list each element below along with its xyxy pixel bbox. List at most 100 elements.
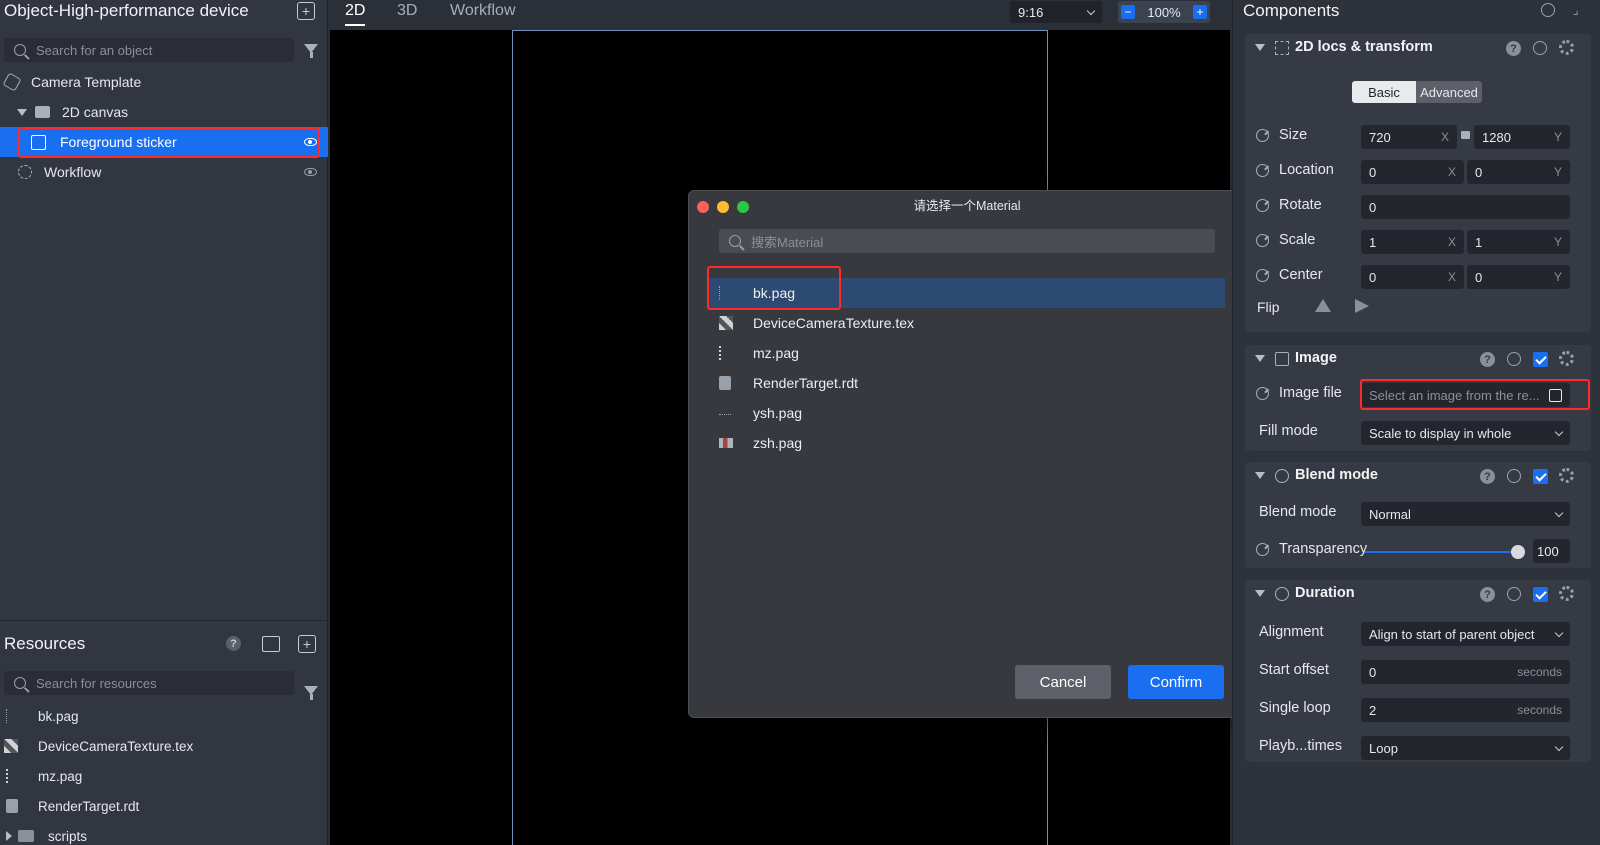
scale-y-input[interactable]: 1Y <box>1467 230 1570 254</box>
reset-icon[interactable] <box>1507 587 1521 601</box>
resource-item[interactable]: bk.pag <box>0 701 328 731</box>
start-offset-input[interactable]: 0 seconds <box>1361 660 1570 684</box>
image-file-input[interactable]: Select an image from the re... <box>1361 383 1570 407</box>
expand-arrow-icon[interactable] <box>17 108 27 116</box>
zoom-level: 100% <box>1147 4 1181 20</box>
center-x-value: 0 <box>1369 269 1377 285</box>
visibility-eye-icon[interactable] <box>304 138 317 146</box>
render-target-icon <box>6 799 18 813</box>
axis-x-label: X <box>1447 165 1456 179</box>
expand-arrow-icon[interactable] <box>6 831 12 841</box>
center-y-input[interactable]: 0Y <box>1467 265 1570 289</box>
collapse-arrow-icon[interactable] <box>1255 44 1265 51</box>
collapse-icon[interactable]: ⌟ <box>1573 3 1579 17</box>
center-x-input[interactable]: 0X <box>1361 265 1464 289</box>
zoom-out-button[interactable]: − <box>1121 5 1135 19</box>
reset-size-icon[interactable] <box>1256 129 1269 142</box>
edit-icon[interactable] <box>1549 388 1562 402</box>
single-loop-label: Single loop <box>1259 700 1331 716</box>
material-search-input[interactable]: 搜索Material <box>719 229 1215 253</box>
scale-x-input[interactable]: 1X <box>1361 230 1464 254</box>
gear-icon[interactable] <box>1559 468 1574 483</box>
flip-vertical-icon[interactable] <box>1355 299 1369 313</box>
material-item[interactable]: zsh.pag <box>707 428 1225 458</box>
tree-item-2d-canvas[interactable]: 2D canvas <box>0 97 328 127</box>
lock-icon[interactable] <box>1461 131 1470 139</box>
resource-item[interactable]: mz.pag <box>0 761 328 791</box>
add-object-icon[interactable]: + <box>297 2 315 20</box>
tree-item-label: 2D canvas <box>62 104 129 120</box>
tab-2d[interactable]: 2D <box>345 2 366 26</box>
blend-mode-select[interactable]: Normal <box>1361 502 1570 526</box>
reset-icon[interactable] <box>1507 352 1521 366</box>
collapse-arrow-icon[interactable] <box>1255 355 1265 362</box>
aspect-ratio-select[interactable]: 9:16 <box>1010 1 1102 23</box>
material-item[interactable]: mz.pag <box>707 338 1225 368</box>
location-x-input[interactable]: 0X <box>1361 160 1464 184</box>
segment-basic[interactable]: Basic <box>1352 81 1416 103</box>
tab-workflow[interactable]: Workflow <box>450 2 516 20</box>
enable-duration-checkbox[interactable] <box>1533 587 1548 602</box>
visibility-eye-icon[interactable] <box>304 168 317 176</box>
fill-mode-select[interactable]: Scale to display in whole <box>1361 421 1570 445</box>
reset-all-icon[interactable] <box>1541 3 1555 17</box>
tab-3d[interactable]: 3D <box>397 2 417 20</box>
reset-scale-icon[interactable] <box>1256 234 1269 247</box>
cancel-button[interactable]: Cancel <box>1015 665 1111 699</box>
gear-icon[interactable] <box>1559 351 1574 366</box>
reset-icon[interactable] <box>1507 469 1521 483</box>
gear-icon[interactable] <box>1559 40 1574 55</box>
location-y-input[interactable]: 0Y <box>1467 160 1570 184</box>
transparency-slider-track[interactable] <box>1365 545 1525 559</box>
rotate-input[interactable]: 0 <box>1361 195 1570 219</box>
enable-blend-checkbox[interactable] <box>1533 469 1548 484</box>
size-x-input[interactable]: 720 X <box>1361 125 1457 149</box>
pag-file-icon <box>719 286 731 300</box>
object-search-input[interactable]: Search for an object <box>4 38 294 62</box>
help-icon[interactable]: ? <box>1506 41 1521 56</box>
collapse-arrow-icon[interactable] <box>1255 472 1265 479</box>
help-icon[interactable]: ? <box>1480 587 1495 602</box>
material-item[interactable]: DeviceCameraTexture.tex <box>707 308 1225 338</box>
playback-times-select[interactable]: Loop <box>1361 736 1570 760</box>
resource-folder[interactable]: scripts <box>0 821 328 845</box>
material-item[interactable]: ysh.pag <box>707 398 1225 428</box>
help-icon[interactable]: ? <box>1480 352 1495 367</box>
reset-transparency-icon[interactable] <box>1256 543 1269 556</box>
filter-icon[interactable] <box>304 686 318 700</box>
help-icon[interactable]: ? <box>226 636 241 651</box>
reset-center-icon[interactable] <box>1256 269 1269 282</box>
segment-advanced[interactable]: Advanced <box>1416 81 1482 103</box>
material-item[interactable]: RenderTarget.rdt <box>707 368 1225 398</box>
flip-horizontal-icon[interactable] <box>1315 299 1331 312</box>
resource-item[interactable]: DeviceCameraTexture.tex <box>0 731 328 761</box>
single-loop-input[interactable]: 2 seconds <box>1361 698 1570 722</box>
add-resource-icon[interactable]: + <box>298 635 316 653</box>
tree-item-camera-template[interactable]: Camera Template <box>0 67 328 97</box>
resource-item[interactable]: RenderTarget.rdt <box>0 791 328 821</box>
zoom-in-button[interactable]: + <box>1193 5 1207 19</box>
gear-icon[interactable] <box>1559 586 1574 601</box>
transparency-slider-thumb[interactable] <box>1511 545 1525 559</box>
alignment-select[interactable]: Align to start of parent object <box>1361 622 1570 646</box>
tree-item-foreground-sticker[interactable]: Foreground sticker <box>0 127 328 157</box>
size-y-input[interactable]: 1280 Y <box>1474 125 1570 149</box>
reset-icon[interactable] <box>1533 41 1547 55</box>
reset-rotate-icon[interactable] <box>1256 199 1269 212</box>
resource-search-input[interactable]: Search for resources <box>4 671 294 695</box>
transparency-input[interactable]: 100 <box>1533 539 1570 563</box>
image-file-label: Image file <box>1279 385 1342 401</box>
enable-image-checkbox[interactable] <box>1533 352 1548 367</box>
workflow-icon <box>18 165 32 179</box>
confirm-button[interactable]: Confirm <box>1128 665 1224 699</box>
tree-item-workflow[interactable]: Workflow <box>0 157 328 187</box>
reset-image-file-icon[interactable] <box>1256 387 1269 400</box>
collapse-arrow-icon[interactable] <box>1255 590 1265 597</box>
material-item-selected[interactable]: bk.pag <box>707 278 1225 308</box>
blend-icon <box>1275 469 1289 483</box>
help-icon[interactable]: ? <box>1480 469 1495 484</box>
blend-mode-label: Blend mode <box>1259 504 1337 520</box>
new-folder-icon[interactable] <box>262 636 280 652</box>
filter-icon[interactable] <box>304 44 318 58</box>
reset-location-icon[interactable] <box>1256 164 1269 177</box>
